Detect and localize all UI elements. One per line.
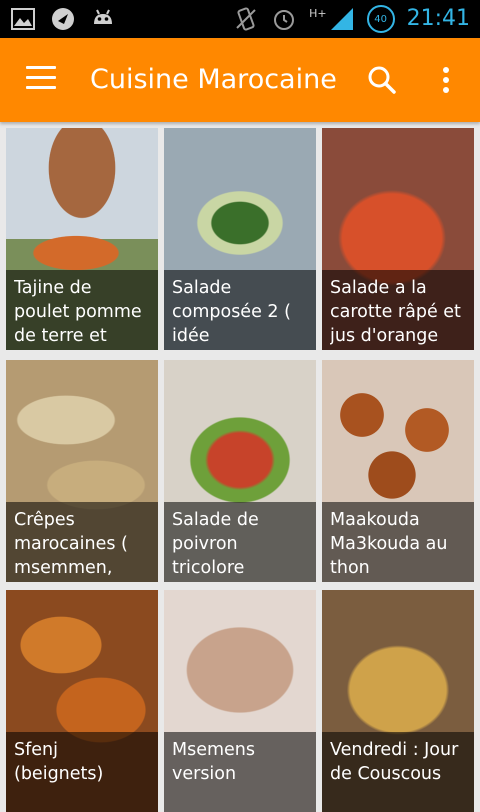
status-bar: H+ 40 21:41 [0,0,480,38]
recipe-title: Salade a la carotte râpé et jus d'orange [330,278,461,346]
network-type: H+ [309,6,327,20]
recipe-title: Salade de poivron tricolore [172,510,259,578]
more-vert-icon[interactable] [432,64,460,96]
android-icon [94,9,112,24]
recipe-caption: Salade a la carotte râpé et jus d'orange [322,270,474,350]
battery-level: 40 [374,13,387,25]
recipe-title: Tajine de poulet pomme de terre et [14,278,142,346]
recipe-card[interactable]: Salade composée 2 ( idée [164,128,316,350]
recipe-caption: Salade composée 2 ( idée [164,270,316,350]
action-bar: Cuisine Marocaine [0,38,480,122]
recipe-card[interactable]: Crêpes marocaines ( msemmen, [6,360,158,582]
recipe-title: Vendredi : Jour de Couscous [330,740,459,784]
recipe-card[interactable]: Maakouda Ma3kouda au thon [322,360,474,582]
vibrate-icon [236,7,256,31]
recipe-caption: Vendredi : Jour de Couscous [322,732,474,812]
battery-icon: 40 [366,5,395,33]
alarm-icon [274,10,295,30]
recipe-grid: Tajine de poulet pomme de terre et Salad… [0,122,480,812]
recipe-caption: Maakouda Ma3kouda au thon [322,502,474,582]
recipe-title: Maakouda Ma3kouda au thon [330,510,448,578]
recipe-title: Msemens version [172,740,256,784]
recipe-caption: Sfenj (beignets) [6,732,158,812]
messenger-icon [52,8,74,30]
recipe-caption: Tajine de poulet pomme de terre et [6,270,158,350]
image-icon [11,8,35,30]
recipe-card[interactable]: Salade de poivron tricolore [164,360,316,582]
app-title: Cuisine Marocaine [90,64,337,95]
clock: 21:41 [406,6,470,31]
recipe-caption: Msemens version [164,732,316,812]
recipe-title: Sfenj (beignets) [14,740,104,784]
recipe-caption: Crêpes marocaines ( msemmen, [6,502,158,582]
hamburger-menu-icon[interactable] [26,66,56,94]
recipe-card[interactable]: Vendredi : Jour de Couscous [322,590,474,812]
recipe-title: Salade composée 2 ( idée [172,278,291,346]
signal-icon [330,8,353,30]
recipe-caption: Salade de poivron tricolore [164,502,316,582]
recipe-card[interactable]: Msemens version [164,590,316,812]
recipe-card[interactable]: Tajine de poulet pomme de terre et [6,128,158,350]
search-icon[interactable] [366,64,398,96]
recipe-title: Crêpes marocaines ( msemmen, [14,510,128,578]
recipe-card[interactable]: Salade a la carotte râpé et jus d'orange [322,128,474,350]
recipe-card[interactable]: Sfenj (beignets) [6,590,158,812]
